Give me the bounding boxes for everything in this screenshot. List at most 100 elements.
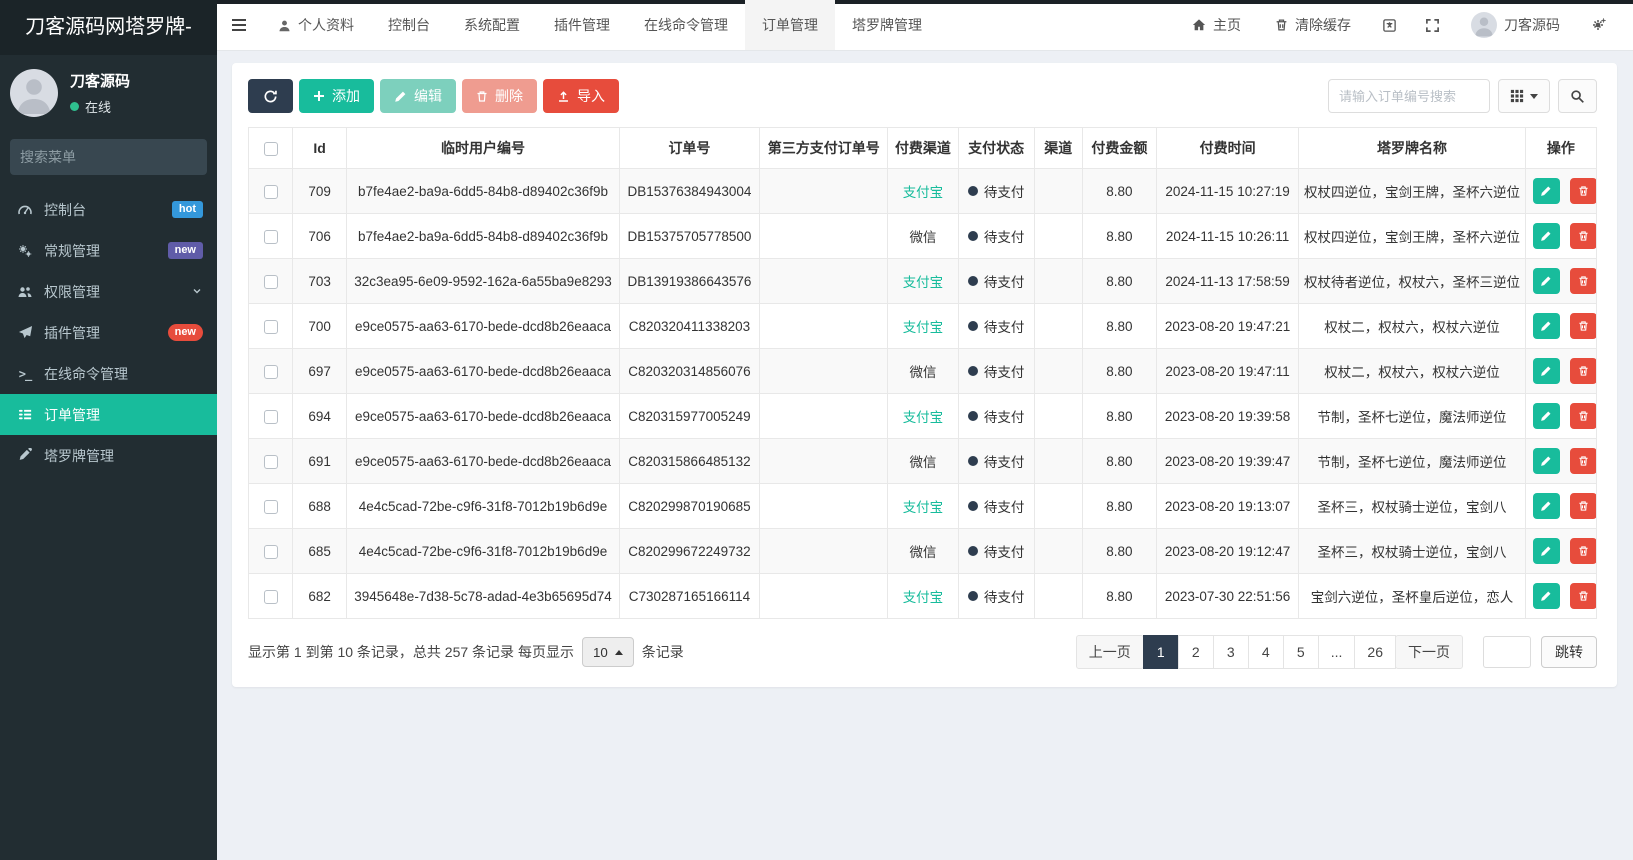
cell-tarot-names: 宝剑六逆位，圣杯皇后逆位，恋人 (1298, 573, 1526, 619)
status-text: 待支付 (983, 230, 1025, 245)
cell-actions (1524, 483, 1598, 529)
clear-cache-button[interactable]: 清除缓存 (1258, 0, 1368, 50)
row-delete-button[interactable] (1569, 493, 1596, 519)
prev-page-button[interactable]: 上一页 (1075, 635, 1144, 669)
column-header-actions: 操作 (1524, 127, 1598, 169)
row-delete-button[interactable] (1569, 403, 1596, 429)
plus-icon (314, 91, 324, 101)
row-checkbox[interactable] (263, 499, 278, 514)
caret-down-icon (1530, 93, 1538, 99)
sidebar-item-console[interactable]: 控制台 hot (0, 189, 217, 230)
row-checkbox[interactable] (263, 229, 278, 244)
row-delete-button[interactable] (1569, 313, 1596, 339)
sidebar-item-tarot[interactable]: 塔罗牌管理 (0, 435, 217, 476)
sidebar-item-general[interactable]: 常规管理 new (0, 230, 217, 271)
hamburger-menu-button[interactable] (217, 0, 261, 50)
row-edit-button[interactable] (1532, 448, 1560, 474)
sidebar-item-orders[interactable]: 订单管理 (0, 394, 217, 435)
cell-amount: 8.80 (1081, 213, 1157, 259)
home-icon (1192, 19, 1206, 31)
nav-item-online-commands[interactable]: 在线命令管理 (627, 0, 745, 50)
row-edit-button[interactable] (1532, 223, 1560, 249)
column-header-amount: 付费金额 (1081, 127, 1157, 169)
order-search-input[interactable] (1328, 79, 1490, 113)
page-button-4[interactable]: 4 (1247, 635, 1284, 669)
language-button[interactable] (1368, 0, 1411, 50)
sidebar-search[interactable] (10, 139, 207, 175)
cell-pay-status: 待支付 (957, 303, 1035, 349)
sidebar-item-permissions[interactable]: 权限管理 (0, 271, 217, 312)
row-delete-button[interactable] (1569, 583, 1596, 609)
cell-pay-time: 2024-11-13 17:58:59 (1155, 258, 1300, 304)
row-checkbox[interactable] (263, 454, 278, 469)
trash-icon (1578, 366, 1588, 376)
cell-id: 688 (292, 483, 348, 529)
row-delete-button[interactable] (1569, 268, 1596, 294)
pagination: 上一页 1 2 3 4 5... 26 下一页 跳转 (1075, 635, 1597, 669)
nav-item-console[interactable]: 控制台 (371, 0, 447, 50)
row-checkbox[interactable] (263, 409, 278, 424)
row-edit-button[interactable] (1532, 358, 1560, 384)
fullscreen-button[interactable] (1411, 0, 1454, 50)
row-edit-button[interactable] (1532, 403, 1560, 429)
page-button-5[interactable]: 5 (1282, 635, 1319, 669)
cell-tarot-names: 圣杯三，权杖骑士逆位，宝剑八 (1298, 483, 1526, 529)
brand-title: 刀客源码网塔罗牌- (0, 0, 217, 55)
import-button[interactable]: 导入 (543, 79, 619, 113)
status-dot-icon (967, 501, 978, 511)
nav-item-plugins[interactable]: 插件管理 (537, 0, 627, 50)
table-footer: 显示第 1 到第 10 条记录，总共 257 条记录 每页显示 10 条记录 上… (248, 635, 1597, 669)
sidebar-search-input[interactable] (20, 149, 201, 165)
sidebar-item-plugins[interactable]: 插件管理 new (0, 312, 217, 353)
nav-item-profile[interactable]: 个人资料 (261, 0, 371, 50)
select-all-checkbox[interactable] (263, 142, 278, 157)
pencil-icon (1541, 186, 1551, 196)
row-checkbox[interactable] (263, 364, 278, 379)
row-edit-button[interactable] (1532, 268, 1560, 294)
row-delete-button[interactable] (1569, 538, 1596, 564)
page-size-dropdown[interactable]: 10 (581, 637, 634, 667)
jump-button[interactable]: 跳转 (1541, 636, 1597, 668)
jump-page-input[interactable] (1483, 636, 1531, 668)
column-header-pay-channel: 付费渠道 (887, 127, 959, 169)
cell-amount: 8.80 (1081, 573, 1157, 619)
search-button[interactable] (1558, 79, 1597, 113)
row-edit-button[interactable] (1532, 538, 1560, 564)
row-checkbox[interactable] (263, 544, 278, 559)
row-delete-button[interactable] (1569, 178, 1596, 204)
row-checkbox[interactable] (263, 274, 278, 289)
status-dot-icon (967, 456, 978, 466)
column-header-temp-user-id: 临时用户编号 (346, 127, 620, 169)
next-page-button[interactable]: 下一页 (1395, 635, 1463, 669)
add-button[interactable]: 添加 (299, 79, 374, 113)
row-checkbox[interactable] (263, 184, 278, 199)
row-delete-button[interactable] (1569, 223, 1596, 249)
row-delete-button[interactable] (1569, 358, 1596, 384)
trash-icon (477, 90, 487, 102)
row-delete-button[interactable] (1569, 448, 1596, 474)
row-edit-button[interactable] (1532, 583, 1560, 609)
row-edit-button[interactable] (1532, 313, 1560, 339)
row-edit-button[interactable] (1532, 493, 1560, 519)
home-button[interactable]: 主页 (1175, 0, 1258, 50)
nav-item-system-config[interactable]: 系统配置 (447, 0, 537, 50)
sidebar-item-online-commands[interactable]: >_ 在线命令管理 (0, 353, 217, 394)
columns-button[interactable] (1498, 79, 1550, 113)
trash-icon (1578, 546, 1588, 556)
row-checkbox[interactable] (263, 589, 278, 604)
status-text: 待支付 (983, 590, 1025, 605)
page-button-2[interactable]: 2 (1177, 635, 1214, 669)
edit-button[interactable]: 编辑 (380, 79, 456, 113)
page-button-26[interactable]: 26 (1354, 635, 1396, 669)
settings-button[interactable] (1577, 0, 1621, 50)
row-edit-button[interactable] (1532, 178, 1560, 204)
page-button-3[interactable]: 3 (1212, 635, 1249, 669)
refresh-button[interactable] (248, 79, 293, 113)
nav-item-orders[interactable]: 订单管理 (745, 0, 835, 50)
page-button-1[interactable]: 1 (1142, 635, 1179, 669)
user-menu[interactable]: 刀客源码 (1454, 0, 1577, 50)
cell-amount: 8.80 (1081, 483, 1157, 529)
delete-button[interactable]: 删除 (462, 79, 537, 113)
row-checkbox[interactable] (263, 319, 278, 334)
nav-item-tarot[interactable]: 塔罗牌管理 (835, 0, 939, 50)
